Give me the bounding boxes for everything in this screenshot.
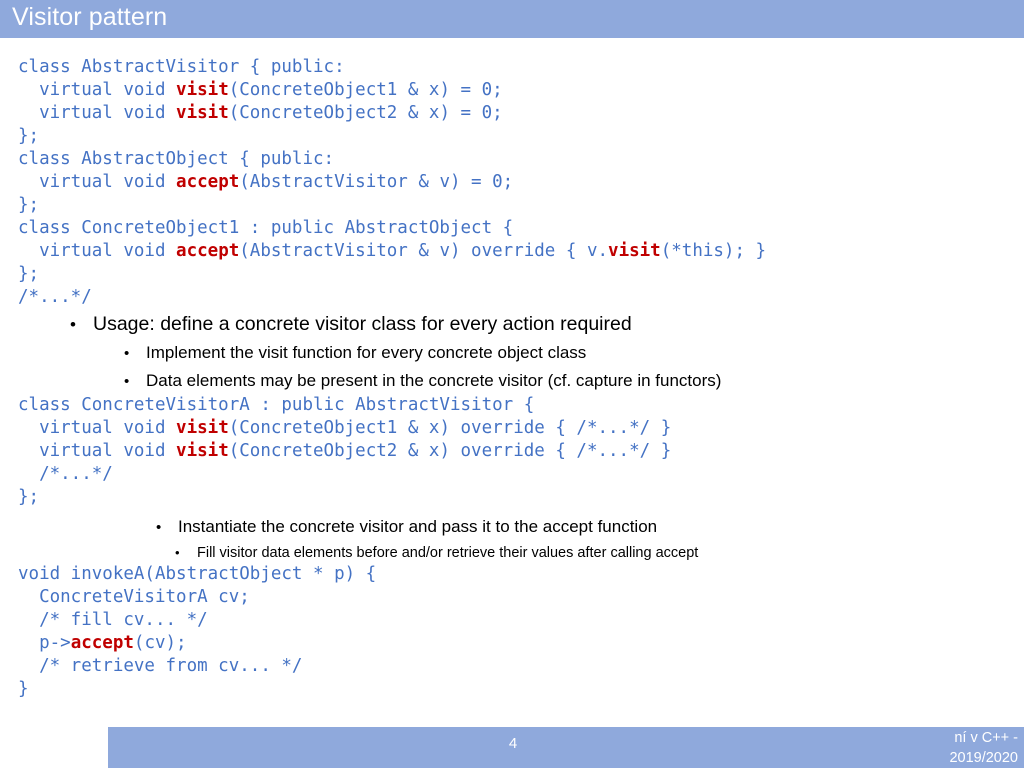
code-text: ConcreteVisitorA cv; xyxy=(18,587,250,607)
bullet-marker-icon: • xyxy=(70,315,76,334)
bullet-label: Fill visitor data elements before and/or… xyxy=(197,545,699,561)
footer-credit: ní v C++ - 2019/2020 xyxy=(949,728,1018,768)
code-line: }; xyxy=(18,125,766,148)
code-text: /*...*/ xyxy=(18,464,113,484)
code-line: class AbstractVisitor { public: xyxy=(18,56,766,79)
code-text: (ConcreteObject2 & x) = 0; xyxy=(228,103,503,123)
code-line: virtual void accept(AbstractVisitor & v)… xyxy=(18,171,766,194)
code-text: virtual void xyxy=(18,418,177,438)
code-line: } xyxy=(18,678,376,701)
code-text: (AbstractVisitor & v) override { v. xyxy=(239,241,609,261)
code-text: void invokeA(AbstractObject * p) { xyxy=(18,564,377,584)
code-keyword: visit xyxy=(176,418,229,438)
bullet-item: • Data elements may be present in the con… xyxy=(124,367,1010,395)
bullet-item: • Implement the visit function for every … xyxy=(124,339,1010,367)
code-line: p->accept(cv); xyxy=(18,632,376,655)
code-keyword: accept xyxy=(70,633,134,653)
code-text: (cv); xyxy=(133,633,187,653)
code-text: }; xyxy=(18,487,40,507)
code-text: }; xyxy=(18,264,40,284)
code-line: ConcreteVisitorA cv; xyxy=(18,586,376,609)
bullet-label: Data elements may be present in the conc… xyxy=(146,371,722,390)
code-line: class AbstractObject { public: xyxy=(18,148,766,171)
code-line: class ConcreteObject1 : public AbstractO… xyxy=(18,217,766,240)
bullet-item: • Instantiate the concrete visitor and pa… xyxy=(156,513,1024,541)
code-text: }; xyxy=(18,195,40,215)
code-keyword: accept xyxy=(176,172,240,192)
page-title: Visitor pattern xyxy=(12,3,168,31)
code-line: virtual void visit(ConcreteObject2 & x) … xyxy=(18,102,766,125)
code-text: virtual void xyxy=(18,241,177,261)
code-text: virtual void xyxy=(18,441,177,461)
code-line: }; xyxy=(18,263,766,286)
code-line: /*...*/ xyxy=(18,463,671,486)
code-line: /* retrieve from cv... */ xyxy=(18,655,376,678)
bullet-marker-icon: • xyxy=(156,519,162,536)
code-text: } xyxy=(18,679,29,699)
bullet-group-usage: • Usage: define a concrete visitor class … xyxy=(70,310,1010,395)
bullet-item: • Usage: define a concrete visitor class … xyxy=(70,310,1010,339)
page-number: 4 xyxy=(508,735,518,752)
code-text: class AbstractVisitor { public: xyxy=(18,57,345,77)
bullet-label: Usage: define a concrete visitor class f… xyxy=(93,313,632,335)
code-block-concrete-visitor: class ConcreteVisitorA : public Abstract… xyxy=(18,394,671,509)
code-text: /* fill cv... */ xyxy=(18,610,208,630)
bullet-marker-icon: • xyxy=(175,545,180,560)
code-block-invoke: void invokeA(AbstractObject * p) { Concr… xyxy=(18,563,376,701)
code-block-abstract-classes: class AbstractVisitor { public: virtual … xyxy=(18,56,766,309)
code-line: virtual void visit(ConcreteObject2 & x) … xyxy=(18,440,671,463)
code-line: void invokeA(AbstractObject * p) { xyxy=(18,563,376,586)
code-keyword: visit xyxy=(176,80,229,100)
bullet-group-instantiate: • Instantiate the concrete visitor and pa… xyxy=(102,513,1024,565)
code-keyword: visit xyxy=(176,103,229,123)
slide-content-area: class AbstractVisitor { public: virtual … xyxy=(0,38,1024,727)
code-text: (ConcreteObject2 & x) override { /*...*/… xyxy=(228,441,672,461)
code-text: virtual void xyxy=(18,103,177,123)
code-text: p-> xyxy=(18,633,71,653)
code-keyword: accept xyxy=(176,241,240,261)
bullet-marker-icon: • xyxy=(124,373,130,390)
code-text: class AbstractObject { public: xyxy=(18,149,335,169)
code-text: (*this); } xyxy=(660,241,767,261)
bullet-label: Implement the visit function for every c… xyxy=(146,343,587,362)
code-keyword: visit xyxy=(176,441,229,461)
code-text: }; xyxy=(18,126,40,146)
code-line: }; xyxy=(18,486,671,509)
code-line: }; xyxy=(18,194,766,217)
bullet-item: • Fill visitor data elements before and/o… xyxy=(175,541,1024,565)
slide-title-bar: Visitor pattern xyxy=(0,0,1024,38)
code-text: virtual void xyxy=(18,80,177,100)
code-text: (AbstractVisitor & v) = 0; xyxy=(239,172,514,192)
bullet-marker-icon: • xyxy=(124,345,130,362)
code-text: (ConcreteObject1 & x) override { /*...*/… xyxy=(228,418,672,438)
bullet-label: Instantiate the concrete visitor and pas… xyxy=(178,517,658,536)
code-line: /*...*/ xyxy=(18,286,766,309)
code-text: class ConcreteObject1 : public AbstractO… xyxy=(18,218,514,238)
code-keyword: visit xyxy=(608,241,661,261)
code-text: (ConcreteObject1 & x) = 0; xyxy=(228,80,503,100)
code-text: /* retrieve from cv... */ xyxy=(18,656,303,676)
code-line: virtual void visit(ConcreteObject1 & x) … xyxy=(18,417,671,440)
code-text: class ConcreteVisitorA : public Abstract… xyxy=(18,395,535,415)
code-line: virtual void accept(AbstractVisitor & v)… xyxy=(18,240,766,263)
code-line: virtual void visit(ConcreteObject1 & x) … xyxy=(18,79,766,102)
code-text: /*...*/ xyxy=(18,287,92,307)
code-text: virtual void xyxy=(18,172,177,192)
footer-credit-line-2: 2019/2020 xyxy=(949,750,1018,766)
slide-footer-bar: 4 ní v C++ - 2019/2020 xyxy=(108,727,1024,768)
code-line: /* fill cv... */ xyxy=(18,609,376,632)
code-line: class ConcreteVisitorA : public Abstract… xyxy=(18,394,671,417)
footer-credit-line-1: ní v C++ - xyxy=(954,730,1018,746)
